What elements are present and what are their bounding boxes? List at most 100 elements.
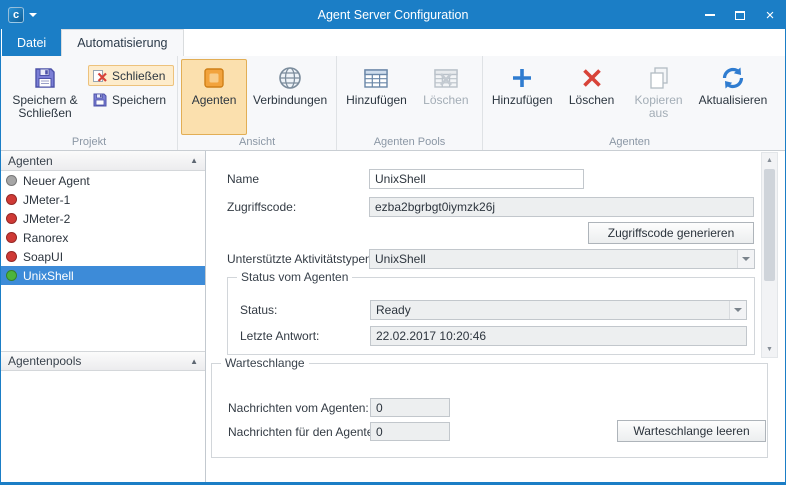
copy-from-label: Kopieren aus: [631, 94, 687, 120]
view-agents-label: Agenten: [192, 94, 237, 107]
generate-access-code-label: Zugriffscode generieren: [608, 226, 735, 240]
close-button[interactable]: ×: [755, 1, 785, 29]
maximize-icon: [735, 11, 745, 20]
save-and-close-label: Speichern & Schließen: [10, 94, 80, 120]
group-label-agenten: Agenten: [486, 135, 773, 150]
queue-groupbox-legend: Warteschlange: [221, 356, 309, 370]
scroll-down-icon[interactable]: ▼: [762, 342, 777, 357]
status-dot: [6, 175, 17, 186]
status-select[interactable]: Ready: [370, 300, 747, 320]
save-label: Speichern: [112, 93, 166, 107]
agent-name: JMeter-2: [23, 212, 70, 226]
last-response-label: Letzte Antwort:: [240, 329, 319, 343]
titlebar: c Agent Server Configuration ×: [1, 1, 785, 29]
access-code-label: Zugriffscode:: [227, 200, 296, 214]
queue-groupbox: Warteschlange Nachrichten vom Agenten: N…: [211, 363, 768, 458]
agent-name: Ranorex: [23, 231, 68, 245]
ribbon-group-projekt: Speichern & Schließen Schließen Speicher…: [1, 56, 177, 150]
agent-list-header[interactable]: Agenten ▲: [1, 151, 205, 171]
red-x-icon: [579, 65, 605, 91]
agent-delete-label: Löschen: [569, 94, 614, 107]
pool-delete-button: Löschen: [413, 59, 479, 135]
status-dot: [6, 270, 17, 281]
pool-add-label: Hinzufügen: [346, 94, 407, 107]
refresh-button[interactable]: Aktualisieren: [693, 59, 774, 135]
chevron-down-icon[interactable]: [737, 250, 754, 268]
view-connections-button[interactable]: Verbindungen: [247, 59, 333, 135]
agent-list-item-selected[interactable]: UnixShell: [1, 266, 205, 285]
status-dot: [6, 213, 17, 224]
agent-delete-button[interactable]: Löschen: [559, 59, 625, 135]
group-label-projekt: Projekt: [4, 135, 174, 150]
clear-queue-label: Warteschlange leeren: [633, 424, 749, 438]
agent-add-button[interactable]: Hinzufügen: [486, 59, 559, 135]
name-input[interactable]: [369, 169, 584, 189]
agent-add-label: Hinzufügen: [492, 94, 553, 107]
agent-list-item[interactable]: JMeter-2: [1, 209, 205, 228]
agents-icon: [201, 65, 227, 91]
messages-for-agent-input[interactable]: [370, 422, 450, 441]
pool-add-button[interactable]: Hinzufügen: [340, 59, 413, 135]
projekt-small-buttons: Schließen Speichern: [88, 59, 174, 110]
agent-list-item[interactable]: Ranorex: [1, 228, 205, 247]
save-icon: [92, 92, 108, 108]
maximize-button[interactable]: [725, 1, 755, 29]
messages-for-agent-label: Nachrichten für den Agenten:: [228, 425, 383, 439]
refresh-label: Aktualisieren: [699, 94, 768, 107]
minimize-button[interactable]: [695, 1, 725, 29]
activity-types-select[interactable]: UnixShell: [369, 249, 755, 269]
pool-list-header[interactable]: Agentenpools ▲: [1, 351, 205, 371]
last-response-input[interactable]: [370, 326, 747, 346]
close-project-button[interactable]: Schließen: [88, 65, 174, 86]
agent-name: Neuer Agent: [23, 174, 90, 188]
pool-list-header-label: Agentenpools: [8, 354, 81, 368]
ribbon-group-agenten: Hinzufügen Löschen Kopieren aus: [482, 56, 776, 150]
messages-from-agent-input[interactable]: [370, 398, 450, 417]
tab-automatisierung[interactable]: Automatisierung: [61, 29, 183, 56]
activity-types-label: Unterstützte Aktivitätstypen:: [227, 252, 375, 266]
ribbon-group-ansicht: Agenten Verbindungen Ansicht: [177, 56, 336, 150]
agent-list-item[interactable]: SoapUI: [1, 247, 205, 266]
generate-access-code-button[interactable]: Zugriffscode generieren: [588, 222, 754, 244]
agent-list-item[interactable]: JMeter-1: [1, 190, 205, 209]
minimize-icon: [705, 14, 715, 16]
status-label: Status:: [240, 303, 277, 317]
close-project-icon: [92, 68, 108, 84]
group-label-ansicht: Ansicht: [181, 135, 333, 150]
pool-delete-label: Löschen: [423, 94, 468, 107]
table-delete-icon: [433, 65, 459, 91]
close-project-label: Schließen: [112, 69, 165, 83]
view-agents-button[interactable]: Agenten: [181, 59, 247, 135]
status-dot: [6, 194, 17, 205]
ribbon-group-agenten-pools: Hinzufügen Löschen Agenten Pools: [336, 56, 482, 150]
tab-datei[interactable]: Datei: [2, 29, 61, 56]
access-code-input[interactable]: [369, 197, 754, 217]
scroll-up-icon[interactable]: ▲: [762, 153, 777, 168]
app-icon[interactable]: c: [8, 7, 24, 23]
clear-queue-button[interactable]: Warteschlange leeren: [617, 420, 766, 442]
agent-name: JMeter-1: [23, 193, 70, 207]
activity-types-value: UnixShell: [370, 252, 737, 266]
save-button[interactable]: Speichern: [88, 89, 174, 110]
save-and-close-button[interactable]: Speichern & Schließen: [4, 59, 86, 135]
agent-list-panel: Agenten ▲ Neuer Agent JMeter-1 JMeter-2 …: [1, 151, 206, 482]
vertical-scrollbar[interactable]: ▲ ▼: [761, 152, 778, 358]
content-area: Agenten ▲ Neuer Agent JMeter-1 JMeter-2 …: [1, 151, 785, 482]
agent-name: UnixShell: [23, 269, 74, 283]
chevron-down-icon[interactable]: [729, 301, 746, 319]
group-label-agenten-pools: Agenten Pools: [340, 135, 479, 150]
ribbon-tab-row: Datei Automatisierung: [1, 29, 785, 56]
agent-server-configuration-window: c Agent Server Configuration × Datei Aut…: [0, 0, 786, 485]
window-title: Agent Server Configuration: [1, 8, 785, 22]
agent-list-header-label: Agenten: [8, 154, 53, 168]
agent-list-item[interactable]: Neuer Agent: [1, 171, 205, 190]
app-icon-letter: c: [13, 9, 19, 21]
agent-detail-panel: Name Zugriffscode: Zugriffscode generier…: [206, 151, 785, 482]
quick-access-dropdown-icon[interactable]: [24, 1, 42, 29]
copy-icon: [646, 65, 672, 91]
status-dot: [6, 251, 17, 262]
sort-ascending-icon: ▲: [190, 156, 198, 165]
view-connections-label: Verbindungen: [253, 94, 327, 107]
scrollbar-thumb[interactable]: [764, 169, 775, 281]
refresh-icon: [720, 65, 746, 91]
